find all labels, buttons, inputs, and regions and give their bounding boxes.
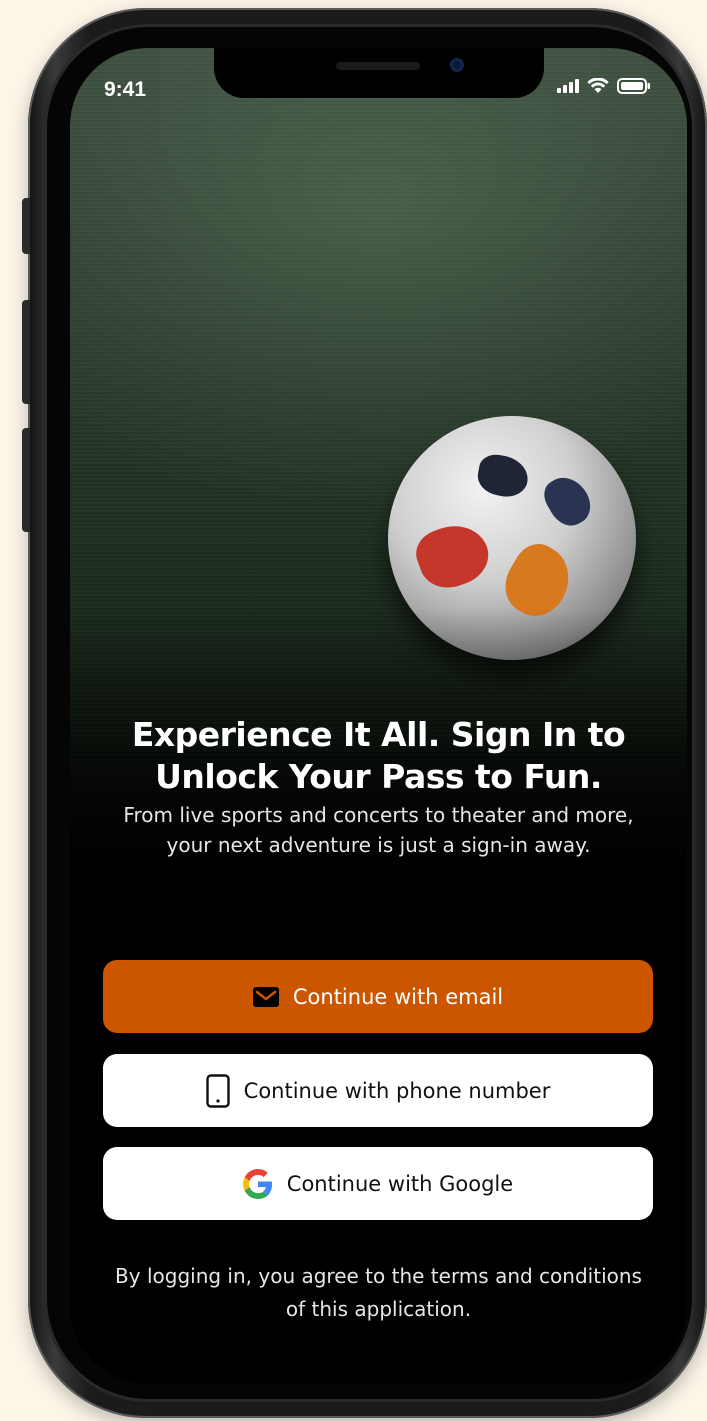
continue-with-phone-button[interactable]: Continue with phone number [103, 1054, 653, 1127]
signal-icon [557, 79, 579, 93]
status-icons [557, 78, 651, 94]
volume-up-button [22, 300, 30, 404]
page-subtitle: From live sports and concerts to theater… [123, 803, 634, 857]
mail-icon [252, 986, 279, 1007]
wifi-icon [587, 78, 609, 93]
phone-icon [205, 1073, 230, 1108]
phone-button-label: Continue with phone number [243, 1078, 551, 1103]
status-time: 9:41 [104, 78, 147, 101]
mockup-stage: 9:41 Experience It All. Sign In to Unloc… [0, 0, 707, 1421]
notch [214, 48, 544, 98]
front-camera [450, 58, 464, 72]
google-button-label: Continue with Google [286, 1171, 514, 1196]
google-icon [242, 1168, 272, 1199]
phone-screen: 9:41 Experience It All. Sign In to Unloc… [70, 48, 687, 1384]
mute-switch [22, 198, 30, 254]
home-indicator [268, 1360, 489, 1366]
email-button-label: Continue with email [292, 984, 504, 1009]
continue-with-email-button[interactable]: Continue with email [103, 960, 653, 1033]
page-title: Experience It All. Sign In to Unlock You… [131, 715, 626, 796]
continue-with-google-button[interactable]: Continue with Google [103, 1147, 653, 1220]
terms-text: By logging in, you agree to the terms an… [115, 1264, 642, 1321]
speaker-grille [336, 62, 420, 70]
volume-down-button [22, 428, 30, 532]
battery-icon [617, 78, 650, 94]
